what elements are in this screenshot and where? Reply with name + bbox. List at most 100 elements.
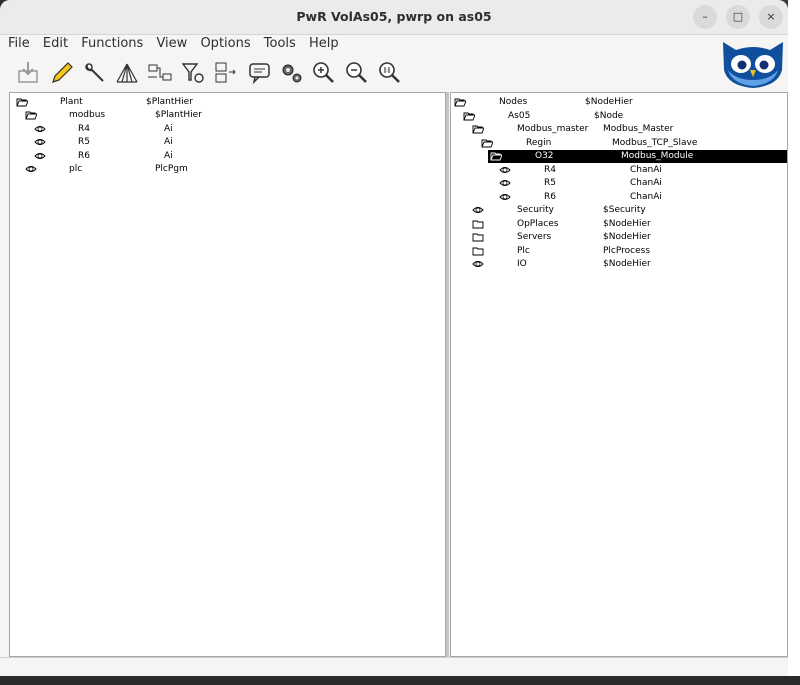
minimize-button[interactable]: – (693, 5, 717, 29)
folder-closed-icon[interactable] (472, 245, 484, 257)
object-class: ChanAi (630, 164, 662, 175)
import-icon[interactable] (16, 60, 42, 86)
move-object-icon[interactable] (213, 60, 239, 86)
zoom-in-icon[interactable] (311, 60, 337, 86)
object-class: $Security (603, 205, 646, 215)
object-name: R6 (544, 191, 556, 202)
tree-row[interactable]: Modbus_master Modbus_Master (451, 123, 787, 136)
folder-closed-icon[interactable] (472, 231, 484, 243)
hierarchy-tree-icon[interactable] (114, 60, 140, 86)
plant-hierarchy-pane[interactable]: Plant $PlantHier modbus $PlantHier R4 Ai R5 Ai R… (9, 92, 446, 657)
folder-open-icon[interactable] (454, 96, 467, 108)
tree-row[interactable]: OpPlaces $NodeHier (451, 218, 787, 231)
object-class: $NodeHier (603, 232, 651, 242)
pane-splitter[interactable] (446, 92, 449, 657)
tree-row[interactable]: O32 Modbus_Module (488, 150, 787, 163)
tree-row[interactable]: Regin Modbus_TCP_Slave (451, 137, 787, 150)
maximize-button[interactable]: □ (726, 5, 750, 29)
object-leaf-icon[interactable] (499, 191, 511, 203)
object-name: OpPlaces (517, 218, 559, 229)
object-name: R4 (544, 164, 556, 175)
menu-edit[interactable]: Edit (43, 36, 68, 51)
comment-icon[interactable] (247, 60, 273, 86)
status-bar (0, 657, 788, 676)
zoom-reset-icon[interactable] (377, 60, 403, 86)
zoom-out-icon[interactable] (344, 60, 370, 86)
object-name: As05 (508, 110, 531, 121)
object-class: Modbus_Master (603, 124, 674, 134)
object-class: ChanAi (630, 178, 662, 188)
object-class: $NodeHier (603, 259, 651, 269)
object-name: IO (517, 259, 527, 269)
folder-open-icon[interactable] (16, 96, 29, 108)
object-leaf-icon[interactable] (34, 136, 46, 148)
object-leaf-icon[interactable] (472, 204, 484, 216)
gears-icon[interactable] (279, 60, 305, 86)
tree-row[interactable]: Security $Security (451, 204, 787, 217)
menu-tools[interactable]: Tools (264, 36, 296, 51)
filter-icon[interactable] (180, 60, 206, 86)
object-leaf-icon[interactable] (34, 150, 46, 162)
menu-file[interactable]: File (8, 36, 30, 51)
tree-row[interactable]: R6 Ai (10, 150, 445, 163)
object-name: R5 (78, 137, 90, 148)
title-bar[interactable]: PwR VolAs05, pwrp on as05 – □ × (0, 0, 788, 35)
object-leaf-icon[interactable] (499, 177, 511, 189)
menu-options[interactable]: Options (200, 36, 250, 51)
wrench-icon[interactable] (82, 60, 108, 86)
object-name: modbus (69, 110, 106, 121)
object-class: $NodeHier (603, 218, 651, 229)
tree-row[interactable]: plc PlcPgm (10, 163, 445, 176)
object-class: $PlantHier (146, 97, 193, 107)
menu-functions[interactable]: Functions (81, 36, 143, 51)
desktop-background-bottom (0, 676, 800, 685)
tree-row[interactable]: R4 Ai (10, 123, 445, 136)
node-hierarchy-pane[interactable]: Nodes $NodeHier As05 $Node Modbus_master Modb… (450, 92, 788, 657)
menu-help[interactable]: Help (309, 36, 339, 51)
tree-row[interactable]: IO $NodeHier (451, 258, 787, 271)
folder-closed-icon[interactable] (472, 218, 484, 230)
tree-row[interactable]: R5 ChanAi (451, 177, 787, 190)
folder-open-icon[interactable] (481, 137, 494, 149)
connection-icon[interactable] (147, 60, 173, 86)
close-button[interactable]: × (759, 5, 783, 29)
object-class: Modbus_TCP_Slave (612, 137, 698, 148)
object-class: $PlantHier (155, 110, 202, 121)
object-name: O32 (535, 151, 554, 161)
object-name: plc (69, 164, 83, 174)
tree-row[interactable]: Plc PlcProcess (451, 245, 787, 258)
tree-row[interactable]: modbus $PlantHier (10, 109, 445, 122)
folder-open-icon[interactable] (463, 110, 476, 122)
tree-row[interactable]: Servers $NodeHier (451, 231, 787, 244)
tree-row[interactable]: R6 ChanAi (451, 191, 787, 204)
window-title: PwR VolAs05, pwrp on as05 (296, 9, 492, 24)
object-class: Ai (164, 137, 173, 148)
menu-view[interactable]: View (156, 36, 187, 51)
object-leaf-icon[interactable] (472, 258, 484, 270)
folder-open-icon[interactable] (25, 109, 38, 121)
folder-open-icon[interactable] (490, 150, 503, 162)
edit-pencil-icon[interactable] (49, 60, 75, 86)
object-leaf-icon[interactable] (499, 164, 511, 176)
folder-open-icon[interactable] (472, 123, 485, 135)
object-leaf-icon[interactable] (25, 163, 37, 175)
object-name: Modbus_master (517, 124, 589, 134)
tree-row[interactable]: Nodes $NodeHier (451, 96, 787, 109)
object-name: Plant (60, 97, 83, 107)
object-leaf-icon[interactable] (34, 123, 46, 135)
tree-row[interactable]: Plant $PlantHier (10, 96, 445, 109)
tree-row[interactable]: R5 Ai (10, 136, 445, 149)
object-name: Plc (517, 245, 530, 256)
object-name: Regin (526, 137, 552, 148)
object-class: PlcProcess (603, 245, 651, 256)
object-name: R6 (78, 150, 90, 161)
tree-row[interactable]: R4 ChanAi (451, 164, 787, 177)
pwr-navigator-window: PwR VolAs05, pwrp on as05 – □ × File Edi… (0, 0, 788, 676)
tree-row[interactable]: As05 $Node (451, 110, 787, 123)
object-name: Nodes (499, 97, 528, 107)
object-name: Security (517, 205, 554, 215)
object-class: Ai (164, 150, 173, 161)
object-class: $NodeHier (585, 97, 633, 107)
proview-owl-logo (720, 40, 786, 90)
background-window-edge (788, 0, 800, 685)
